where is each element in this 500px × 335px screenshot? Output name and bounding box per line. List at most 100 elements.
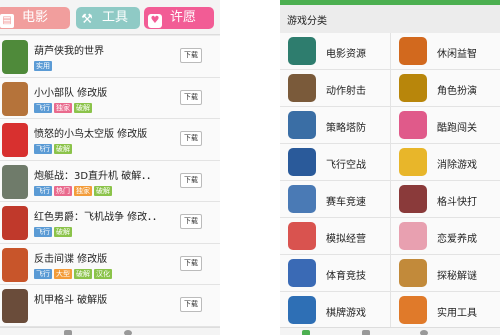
tag-badge: 飞行 xyxy=(34,268,52,279)
tab-movie[interactable]: ▤ 电影 xyxy=(0,7,70,29)
category-label: 消除游戏 xyxy=(437,160,477,171)
category-label: 飞行空战 xyxy=(326,160,366,171)
mystery-icon xyxy=(399,259,427,287)
category-label: 电影资源 xyxy=(326,49,366,60)
tag-badge: 独家 xyxy=(74,185,92,196)
tag-badge: 实用 xyxy=(34,61,52,71)
bottom-nav xyxy=(0,327,220,335)
download-button[interactable]: 下载 xyxy=(180,48,202,63)
tag-badge: 破解 xyxy=(74,102,92,113)
tab-tools[interactable]: ⚒ 工具 xyxy=(76,7,140,29)
category-label: 模拟经营 xyxy=(326,234,366,245)
app-name: 炮艇战：3D直升机 破解．． xyxy=(34,170,157,182)
download-button[interactable]: 下载 xyxy=(180,297,202,312)
category-label: 探秘解谜 xyxy=(437,271,477,282)
app-name: 机甲格斗 破解版 xyxy=(34,295,108,306)
spy-game-icon xyxy=(2,247,28,282)
category-item[interactable]: 赛车竞速 xyxy=(280,181,390,218)
download-button[interactable]: 下载 xyxy=(180,214,202,229)
tag-badge: 飞行 xyxy=(34,185,52,196)
category-label: 体育竞技 xyxy=(326,271,366,282)
category-item[interactable]: 电影资源 xyxy=(280,33,390,70)
category-title: 游戏分类 xyxy=(287,16,327,27)
tag-badge: 破解 xyxy=(94,185,112,196)
nav-tab-icon[interactable] xyxy=(420,330,428,335)
air-combat-icon xyxy=(288,148,316,176)
category-item[interactable]: 酷跑闯关 xyxy=(390,107,500,144)
romance-icon xyxy=(399,222,427,250)
sports-icon xyxy=(288,259,316,287)
nav-tab-icon[interactable] xyxy=(124,330,132,335)
heart-icon: ♥ xyxy=(148,14,162,28)
soldier-game-icon xyxy=(2,81,28,116)
category-item[interactable]: 探秘解谜 xyxy=(390,255,500,292)
app-tags: 飞行 独家 破解 xyxy=(34,102,94,113)
app-name: 愤怒的小鸟太空版 修改版 xyxy=(34,129,148,140)
mech-game-icon xyxy=(2,289,28,323)
category-label: 棋牌游戏 xyxy=(326,308,366,319)
category-label: 实用工具 xyxy=(437,308,477,319)
list-item[interactable]: 葫芦侠我的世界 实用 下载 xyxy=(0,36,220,78)
category-label: 角色扮演 xyxy=(437,86,477,97)
app-tags: 飞行 热门 独家 破解 xyxy=(34,185,114,196)
category-item[interactable]: 飞行空战 xyxy=(280,144,390,181)
list-item[interactable]: 愤怒的小鸟太空版 修改版 飞行 破解 下载 xyxy=(0,119,220,161)
nav-tab-icon[interactable] xyxy=(302,330,310,335)
top-tab-bar: ▤ 电影 ⚒ 工具 ♥ 许愿 xyxy=(0,0,220,35)
app-tags: 飞行 破解 xyxy=(34,227,74,237)
category-label: 策略塔防 xyxy=(326,123,366,134)
download-button[interactable]: 下载 xyxy=(180,255,202,271)
fighting-icon xyxy=(399,185,427,213)
download-button[interactable]: 下载 xyxy=(180,131,202,146)
film-icon: ▤ xyxy=(0,14,14,28)
tag-badge: 飞行 xyxy=(34,144,52,154)
tools-icon: ⚒ xyxy=(81,12,93,27)
download-button[interactable]: 下载 xyxy=(180,172,202,188)
list-item[interactable]: 小小部队 修改版 飞行 独家 破解 下载 xyxy=(0,77,220,119)
category-item[interactable]: 策略塔防 xyxy=(280,107,390,144)
app-name: 小小部队 修改版 xyxy=(34,87,108,99)
category-item[interactable]: 恋爱养成 xyxy=(390,218,500,255)
download-button[interactable]: 下载 xyxy=(180,89,202,105)
minecraft-game-icon xyxy=(2,40,28,74)
app-tags: 实用 xyxy=(34,61,54,71)
list-item[interactable]: 反击间谍 修改版 飞行 大型 破解 汉化 下载 xyxy=(0,243,220,285)
tag-badge: 独家 xyxy=(54,102,72,113)
red-baron-game-icon xyxy=(2,206,28,240)
category-item[interactable]: 体育竞技 xyxy=(280,255,390,292)
tag-badge: 热门 xyxy=(54,185,72,196)
category-item[interactable]: 格斗快打 xyxy=(390,181,500,218)
tag-badge: 大型 xyxy=(54,268,72,279)
racing-icon xyxy=(288,185,316,213)
nav-tab-icon[interactable] xyxy=(362,330,370,335)
category-item[interactable]: 动作射击 xyxy=(280,70,390,107)
tag-badge: 破解 xyxy=(54,227,72,237)
category-item[interactable]: 角色扮演 xyxy=(390,70,500,107)
category-label: 休闲益智 xyxy=(437,49,477,60)
app-tags: 飞行 大型 破解 汉化 xyxy=(34,268,114,279)
app-tags: 飞行 破解 xyxy=(34,144,74,154)
list-item[interactable]: 机甲格斗 破解版 下载 xyxy=(0,285,220,327)
bottom-nav xyxy=(280,327,500,335)
category-label: 格斗快打 xyxy=(437,197,477,208)
category-item[interactable]: 消除游戏 xyxy=(390,144,500,181)
right-screen: 游戏分类 电影资源 休闲益智动作射击 角色扮演策略塔防 酷跑闯关飞行空战 消除游戏赛车竞… xyxy=(280,0,500,335)
action-shooting-icon xyxy=(288,74,316,102)
nav-tab-icon[interactable] xyxy=(64,330,72,335)
list-item[interactable]: 炮艇战：3D直升机 破解．． 飞行 热门 独家 破解 下载 xyxy=(0,160,220,202)
list-item[interactable]: 红色男爵：飞机战争 修改．． 飞行 破解 下载 xyxy=(0,202,220,244)
role-playing-icon xyxy=(399,74,427,102)
tag-badge: 飞行 xyxy=(34,102,52,113)
parkour-icon xyxy=(399,111,427,139)
tag-badge: 汉化 xyxy=(94,268,112,279)
category-item[interactable]: 模拟经营 xyxy=(280,218,390,255)
movie-resource-icon xyxy=(288,37,316,65)
category-item[interactable]: 实用工具 xyxy=(390,292,500,329)
utility-icon xyxy=(399,296,427,324)
board-card-icon xyxy=(288,296,316,324)
tag-badge: 破解 xyxy=(74,268,92,279)
tab-wish[interactable]: ♥ 许愿 xyxy=(144,7,214,29)
status-accent-bar xyxy=(280,0,500,5)
category-item[interactable]: 棋牌游戏 xyxy=(280,292,390,329)
category-item[interactable]: 休闲益智 xyxy=(390,33,500,70)
